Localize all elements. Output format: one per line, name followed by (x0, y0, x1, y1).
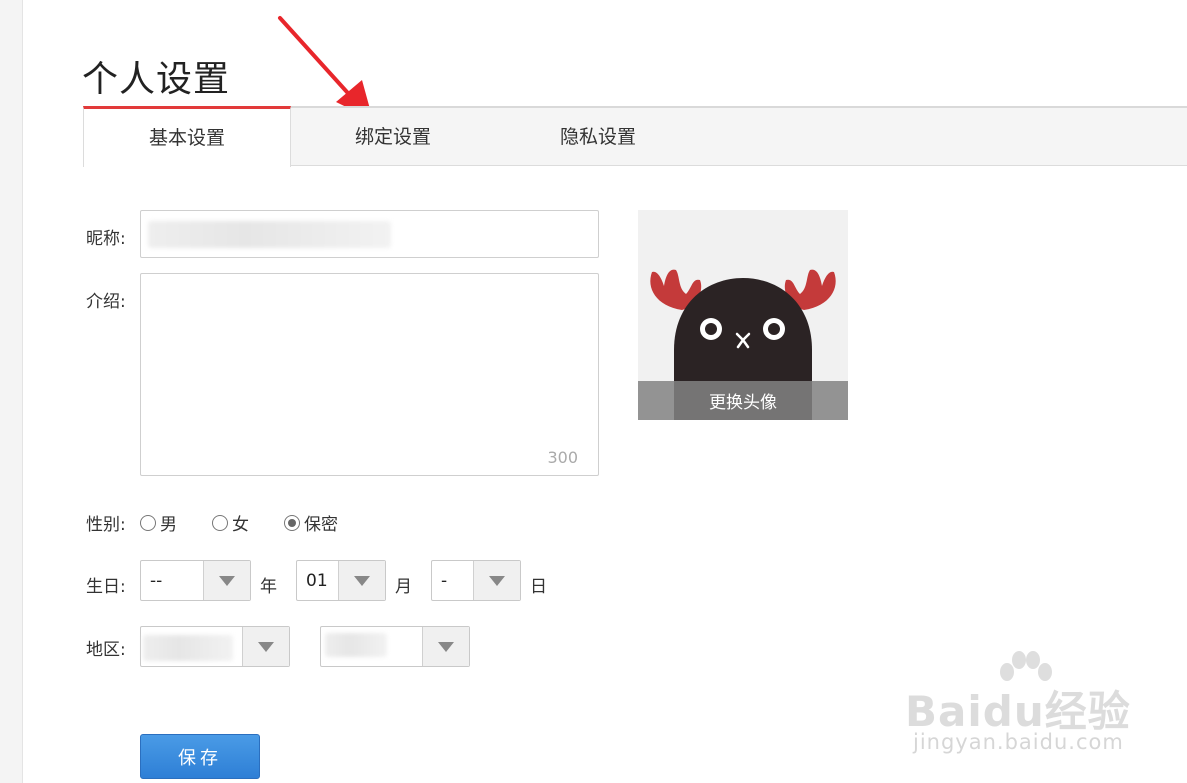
watermark-sub: jingyan.baidu.com (913, 730, 1124, 754)
region-province-select[interactable] (140, 626, 290, 667)
intro-textarea[interactable]: 300 (140, 273, 599, 476)
tab-basic-settings[interactable]: 基本设置 (83, 106, 291, 167)
save-button[interactable]: 保存 (140, 734, 260, 779)
dropdown-arrow-icon (473, 561, 520, 600)
birth-year-select[interactable]: -- (140, 560, 251, 601)
birth-day-select[interactable]: - (431, 560, 521, 601)
nickname-label: 昵称: (86, 229, 126, 249)
gender-label: 性别: (86, 515, 126, 535)
change-avatar-button[interactable]: 更换头像 (638, 381, 848, 420)
tab-privacy-settings[interactable]: 隐私设置 (538, 108, 658, 165)
month-unit: 月 (395, 577, 412, 597)
region-city-select[interactable] (320, 626, 470, 667)
birth-month-value: 01 (306, 570, 328, 591)
tab-binding-settings[interactable]: 绑定设置 (333, 108, 453, 165)
page-title: 个人设置 (82, 59, 231, 100)
intro-char-counter: 300 (547, 448, 578, 467)
gender-radio-female[interactable]: 女 (212, 510, 249, 535)
radio-checked-icon (284, 514, 300, 531)
dropdown-arrow-icon (422, 627, 469, 666)
birth-day-value: - (441, 570, 448, 591)
gender-option-label: 保密 (304, 515, 338, 535)
region-label: 地区: (86, 640, 126, 660)
baidu-watermark: Baidu经验 jingyan.baidu.com (905, 650, 1145, 760)
gender-option-label: 男 (160, 515, 177, 535)
left-gutter (0, 0, 23, 783)
radio-icon (140, 514, 156, 531)
tab-bar: 基本设置 绑定设置 隐私设置 (83, 106, 1187, 167)
intro-label: 介绍: (86, 292, 126, 312)
nickname-input[interactable] (140, 210, 599, 258)
birth-month-select[interactable]: 01 (296, 560, 386, 601)
birthday-label: 生日: (86, 577, 126, 597)
radio-icon (212, 514, 228, 531)
dropdown-arrow-icon (242, 627, 289, 666)
dropdown-arrow-icon (338, 561, 385, 600)
redacted-city (325, 633, 387, 657)
avatar[interactable]: 更换头像 (638, 210, 848, 420)
gender-radio-secret[interactable]: 保密 (284, 510, 338, 535)
day-unit: 日 (530, 577, 547, 597)
gender-option-label: 女 (232, 515, 249, 535)
gender-radio-male[interactable]: 男 (140, 510, 177, 535)
dropdown-arrow-icon (203, 561, 250, 600)
redacted-nickname (148, 221, 391, 248)
birth-year-value: -- (150, 570, 163, 591)
redacted-province (143, 635, 233, 661)
year-unit: 年 (260, 577, 277, 597)
